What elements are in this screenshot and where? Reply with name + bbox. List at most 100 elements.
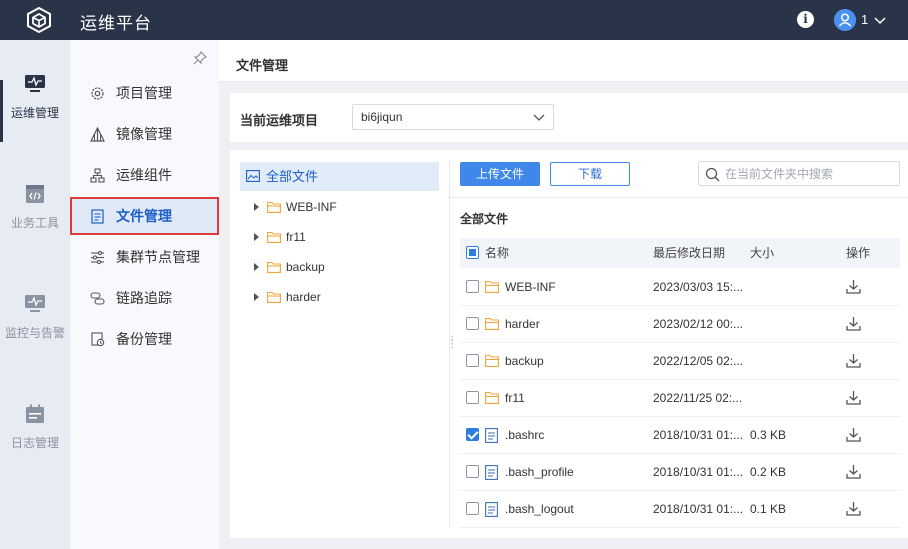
image-folder-icon: [246, 170, 260, 182]
download-icon[interactable]: [846, 279, 861, 294]
download-icon[interactable]: [846, 353, 861, 368]
download-icon[interactable]: [846, 427, 861, 442]
search-input[interactable]: [725, 165, 895, 182]
tree-node[interactable]: WEB-INF: [254, 197, 337, 217]
project-select[interactable]: bi6jiqun: [352, 104, 554, 130]
download-icon[interactable]: [846, 464, 861, 479]
document-icon: [91, 209, 104, 224]
row-checkbox[interactable]: [466, 317, 479, 330]
avatar[interactable]: [834, 9, 856, 31]
row-checkbox[interactable]: [466, 502, 479, 515]
monitor-pulse-icon: [25, 75, 45, 92]
download-icon[interactable]: [846, 390, 861, 405]
rail-label: 运维管理: [10, 106, 59, 120]
download-button[interactable]: 下载: [550, 162, 630, 186]
upload-button[interactable]: 上传文件: [460, 162, 540, 186]
project-select-value: bi6jiqun: [361, 110, 403, 124]
page-title: 文件管理: [236, 58, 289, 73]
caret-right-icon[interactable]: [254, 293, 259, 301]
rail-label: 日志管理: [10, 436, 59, 450]
file-name[interactable]: WEB-INF: [505, 269, 645, 305]
table-row[interactable]: harder 2023/02/12 00:...: [460, 306, 900, 343]
row-checkbox[interactable]: [466, 391, 479, 404]
menu-item-backup[interactable]: 备份管理: [70, 320, 219, 358]
folder-icon: [485, 391, 499, 404]
info-icon[interactable]: i: [797, 11, 814, 28]
tree-node[interactable]: backup: [254, 257, 325, 277]
file-modified: 2022/11/25 02:...: [653, 391, 743, 405]
menu-item-cluster-nodes[interactable]: 集群节点管理: [70, 238, 219, 276]
menu-item-projects[interactable]: 项目管理: [70, 74, 219, 112]
table-row[interactable]: WEB-INF 2023/03/03 15:...: [460, 269, 900, 306]
menu-item-trace[interactable]: 链路追踪: [70, 279, 219, 317]
folder-icon: [485, 354, 499, 367]
menu-item-images[interactable]: 镜像管理: [70, 115, 219, 153]
rail-label: 业务工具: [10, 216, 59, 230]
row-checkbox[interactable]: [466, 428, 479, 441]
folder-icon: [267, 291, 281, 303]
file-name[interactable]: backup: [505, 343, 645, 379]
table-row[interactable]: backup 2022/12/05 02:...: [460, 343, 900, 380]
col-size[interactable]: 大小: [750, 238, 774, 268]
menu-label: 文件管理: [116, 208, 172, 224]
download-icon[interactable]: [846, 501, 861, 516]
caret-right-icon[interactable]: [254, 203, 259, 211]
table-row[interactable]: .bashrc 2018/10/31 01:... 0.3 KB: [460, 417, 900, 454]
logo-icon[interactable]: [26, 7, 52, 33]
file-modified: 2018/10/31 01:...: [653, 428, 744, 442]
chevron-down-icon[interactable]: [873, 13, 887, 27]
tree-resize-handle[interactable]: ⋮ ⋮: [447, 336, 457, 350]
menu-item-files[interactable]: 文件管理: [70, 197, 219, 235]
folder-icon: [267, 261, 281, 273]
row-checkbox[interactable]: [466, 354, 479, 367]
folder-icon: [485, 280, 499, 293]
file-name[interactable]: .bash_profile: [505, 454, 645, 490]
tree-node[interactable]: fr11: [254, 227, 306, 247]
file-name[interactable]: fr11: [505, 380, 645, 416]
menu-label: 集群节点管理: [116, 249, 200, 265]
file-name[interactable]: .bash_logout: [505, 491, 645, 527]
rail-item-tools[interactable]: 业务工具: [0, 184, 70, 264]
tree-node-label: fr11: [286, 230, 306, 244]
menu-item-components[interactable]: 运维组件: [70, 156, 219, 194]
file-icon: [485, 502, 498, 517]
row-checkbox[interactable]: [466, 280, 479, 293]
rail-item-ops[interactable]: 运维管理: [0, 74, 70, 154]
caret-right-icon[interactable]: [254, 263, 259, 271]
table-row[interactable]: .bash_profile 2018/10/31 01:... 0.2 KB: [460, 454, 900, 491]
row-checkbox[interactable]: [466, 465, 479, 478]
file-name[interactable]: .bashrc: [505, 417, 645, 453]
page-header: [219, 40, 908, 82]
search-box[interactable]: [698, 161, 900, 186]
tree-root[interactable]: 全部文件: [240, 162, 439, 191]
download-icon[interactable]: [846, 316, 861, 331]
caret-right-icon[interactable]: [254, 233, 259, 241]
tree-node-label: harder: [286, 290, 321, 304]
col-name[interactable]: 名称: [485, 238, 509, 268]
tree-root-label: 全部文件: [266, 169, 319, 184]
project-bar: [230, 93, 908, 142]
file-modified: 2022/12/05 02:...: [653, 354, 744, 368]
pin-icon[interactable]: [193, 51, 207, 65]
file-modified: 2018/10/31 01:...: [653, 502, 744, 516]
tree-node-label: WEB-INF: [286, 200, 337, 214]
user-name[interactable]: 1: [861, 12, 868, 27]
triangle-mirror-icon: [90, 127, 105, 142]
col-action: 操作: [846, 246, 871, 260]
sliders-icon: [91, 250, 104, 265]
tree-node[interactable]: harder: [254, 287, 321, 307]
gear-icon: [91, 87, 104, 100]
file-size: 0.1 KB: [750, 502, 787, 516]
rail-item-logs[interactable]: 日志管理: [0, 404, 70, 484]
rail-item-monitor[interactable]: 监控与告警: [0, 294, 70, 374]
file-size: 0.3 KB: [750, 428, 787, 442]
monitor-alert-icon: [25, 295, 45, 312]
select-all-checkbox[interactable]: [466, 246, 479, 259]
table-row[interactable]: .bash_logout 2018/10/31 01:... 0.1 KB: [460, 491, 900, 528]
table-row[interactable]: fr11 2022/11/25 02:...: [460, 380, 900, 417]
file-name[interactable]: harder: [505, 306, 645, 342]
file-modified: 2023/03/03 15:...: [653, 280, 744, 294]
menu-label: 运维组件: [116, 167, 172, 183]
menu-label: 链路追踪: [116, 290, 172, 306]
col-modified[interactable]: 最后修改日期: [653, 238, 725, 268]
